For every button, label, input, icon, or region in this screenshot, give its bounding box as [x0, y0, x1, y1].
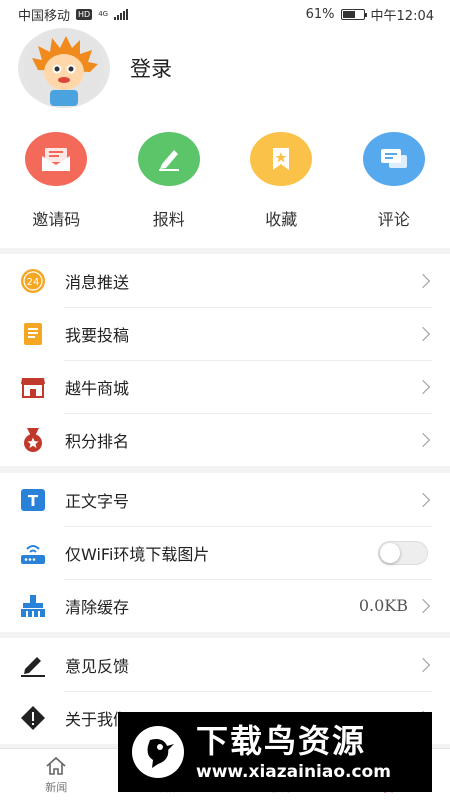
- favorites-button[interactable]: 收藏: [225, 108, 338, 248]
- carrier-name: 中国移动: [18, 8, 71, 24]
- yueniu-mall-label: 越牛商城: [65, 378, 130, 398]
- chat-icon: [362, 132, 425, 186]
- chevron-right-icon: [415, 379, 431, 394]
- bird-logo-icon: [132, 726, 184, 778]
- font-size-label: 正文字号: [65, 491, 130, 511]
- menu-item-submit-article[interactable]: 我要投稿: [0, 307, 450, 360]
- comments-label: 评论: [377, 210, 410, 229]
- bookmark-icon: [250, 132, 313, 186]
- clock: 中午12:04: [370, 8, 434, 24]
- toggle-knob: [380, 542, 400, 563]
- envelope-icon: [25, 132, 88, 186]
- menu-item-clear-cache[interactable]: 清除缓存 0.0KB: [0, 579, 450, 632]
- wifi-images-toggle[interactable]: [378, 540, 428, 565]
- pen-icon: [137, 132, 200, 186]
- cache-size-value: 0.0KB: [358, 596, 408, 615]
- watermark-title: 下载鸟资源: [196, 722, 367, 760]
- favorites-label: 收藏: [265, 210, 298, 229]
- chevron-right-icon: [415, 432, 431, 447]
- menu-item-points-ranking[interactable]: 积分排名: [0, 413, 450, 466]
- chevron-right-icon: [415, 273, 431, 288]
- menu-group-main: 24 消息推送 我要投稿 越牛商城 积分排名: [0, 254, 450, 466]
- document-icon: [20, 321, 46, 347]
- text-size-letter: T: [28, 492, 39, 510]
- menu-item-feedback[interactable]: 意见反馈: [0, 638, 450, 691]
- battery-icon: [340, 8, 367, 20]
- tab-news-label: 新闻: [45, 780, 68, 794]
- warning-icon: [20, 705, 46, 731]
- clear-cache-label: 清除缓存: [65, 597, 130, 617]
- menu-item-font-size[interactable]: T 正文字号: [0, 473, 450, 526]
- badge-24-text: 24: [27, 277, 40, 288]
- watermark-banner: 下载鸟资源 www.xiazainiao.com: [118, 712, 432, 792]
- chevron-right-icon: [415, 598, 431, 613]
- submit-article-label: 我要投稿: [65, 325, 130, 345]
- push-messages-label: 消息推送: [65, 272, 130, 292]
- chevron-right-icon: [415, 492, 431, 507]
- profile-header[interactable]: 登录: [0, 28, 450, 108]
- medal-icon: [20, 427, 46, 453]
- status-right: 61% 中午12:04: [306, 5, 434, 24]
- shop-icon: [20, 374, 46, 400]
- text-size-icon: T: [20, 487, 46, 513]
- home-icon: [44, 755, 68, 777]
- points-ranking-label: 积分排名: [65, 431, 130, 451]
- avatar[interactable]: [18, 28, 110, 108]
- invite-code-label: 邀请码: [32, 210, 81, 229]
- menu-group-settings: T 正文字号 仅WiFi环境下载图片 清除缓存 0.0KB: [0, 473, 450, 632]
- report-news-button[interactable]: 报料: [113, 108, 226, 248]
- menu-item-push-messages[interactable]: 24 消息推送: [0, 254, 450, 307]
- badge-24-icon: 24: [20, 268, 46, 294]
- router-icon: [20, 540, 46, 566]
- signal-icon: [114, 8, 129, 20]
- battery-percent: 61%: [305, 6, 335, 22]
- feedback-label: 意见反馈: [65, 656, 130, 676]
- edit-icon: [20, 652, 46, 678]
- broom-icon: [20, 593, 46, 619]
- network-type: 4G: [98, 9, 109, 18]
- chevron-right-icon: [415, 326, 431, 341]
- watermark-url: www.xiazainiao.com: [196, 762, 391, 782]
- menu-item-wifi-images: 仅WiFi环境下载图片: [0, 526, 450, 579]
- invite-code-button[interactable]: 邀请码: [0, 108, 113, 248]
- comments-button[interactable]: 评论: [338, 108, 450, 248]
- tab-news[interactable]: 新闻: [0, 749, 113, 800]
- quick-actions: 邀请码 报料 收藏 评论: [0, 108, 450, 248]
- wifi-images-label: 仅WiFi环境下载图片: [65, 544, 210, 564]
- report-news-label: 报料: [152, 210, 185, 229]
- status-left: 中国移动 HD 4G: [18, 5, 129, 24]
- hd-badge: HD: [76, 8, 93, 20]
- login-link[interactable]: 登录: [130, 53, 172, 83]
- watermark-text: 下载鸟资源 www.xiazainiao.com: [196, 721, 391, 783]
- status-bar: 中国移动 HD 4G 61% 中午12:04: [0, 0, 450, 28]
- chevron-right-icon: [415, 657, 431, 672]
- menu-item-yueniu-mall[interactable]: 越牛商城: [0, 360, 450, 413]
